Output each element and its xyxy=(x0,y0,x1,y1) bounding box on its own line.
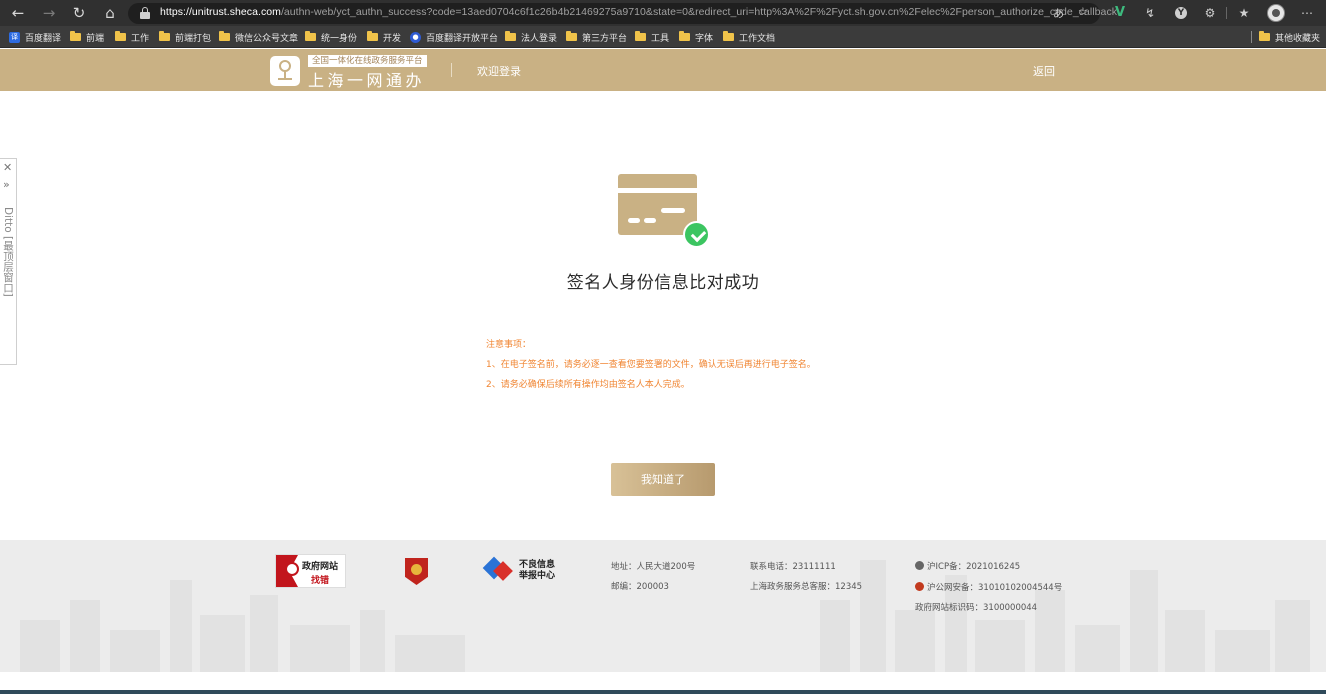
folder-icon xyxy=(505,31,516,41)
bookmark-folder[interactable]: 法人登录 xyxy=(505,30,557,44)
read-aloud-icon[interactable]: あ xyxy=(1053,5,1064,21)
address-bar[interactable]: https://unitrust.sheca.com/authn-web/yct… xyxy=(128,3,1117,24)
back-link[interactable]: 返回 xyxy=(1033,63,1055,79)
url-path: /authn-web/yct_authn_success?code=13aed0… xyxy=(280,6,1118,18)
url-host: https://unitrust.sheca.com xyxy=(160,6,281,18)
magnifier-icon xyxy=(285,562,299,576)
bookmarks-bar: 译百度翻译 前端 工作 前端打包 微信公众号文章 统一身份 开发 ● 百度翻译开放… xyxy=(0,26,1326,48)
bookmarks-divider xyxy=(1251,31,1252,43)
folder-icon xyxy=(305,31,316,41)
toolbar-divider xyxy=(1226,7,1227,19)
vue-devtools-icon[interactable]: V xyxy=(1111,4,1129,22)
yiwangtongban-logo-icon xyxy=(270,56,300,86)
folder-icon xyxy=(115,31,126,41)
ditto-side-tab[interactable]: ✕ » Ditto [最顶层窗口] xyxy=(0,158,17,365)
back-arrow-icon[interactable]: ← xyxy=(7,3,29,23)
folder-icon xyxy=(70,31,81,41)
bookmark-folder[interactable]: 统一身份 xyxy=(305,30,357,44)
acknowledge-button[interactable]: 我知道了 xyxy=(611,463,715,496)
bookmark-folder[interactable]: 第三方平台 xyxy=(566,30,627,44)
bookmark-folder[interactable]: 前端 xyxy=(70,30,104,44)
url-text[interactable]: https://unitrust.sheca.com/authn-web/yct… xyxy=(160,6,1117,18)
footer-hotline: 上海政务服务总客服：12345 xyxy=(750,582,863,592)
folder-icon xyxy=(367,31,378,41)
header-divider xyxy=(451,63,452,77)
yandex-icon[interactable]: Y xyxy=(1175,7,1187,19)
favorites-icon[interactable]: ★ xyxy=(1235,4,1253,22)
footer-site-id: 政府网站标识码：3100000044 xyxy=(915,603,1038,613)
extension-icon[interactable]: ↯ xyxy=(1141,4,1159,22)
paw-icon: ● xyxy=(410,31,421,43)
bookmark-baidu-translate[interactable]: 译百度翻译 xyxy=(9,30,61,44)
footer-phone: 联系电话：23111111 xyxy=(750,562,836,572)
folder-icon xyxy=(635,31,646,41)
bookmark-folder[interactable]: 工作文档 xyxy=(723,30,775,44)
gov-site-error-report-badge[interactable]: 政府网站 找错 xyxy=(275,554,346,588)
folder-icon xyxy=(679,31,690,41)
footer-address: 地址：人民大道200号 xyxy=(611,562,696,572)
profile-avatar[interactable] xyxy=(1267,4,1285,22)
bookmark-other-favorites[interactable]: 其他收藏夹 xyxy=(1259,30,1320,44)
bookmark-baidu-open-platform[interactable]: ● 百度翻译开放平台 xyxy=(410,30,498,44)
folder-icon xyxy=(219,31,230,41)
folder-icon xyxy=(159,31,170,41)
bad-info-report-label[interactable]: 不良信息 举报中心 xyxy=(519,560,555,582)
logo-title: 上海一网通办 xyxy=(308,71,426,90)
footer-police-record[interactable]: 沪公网安备：31010102004544号 xyxy=(915,581,1062,593)
folder-icon xyxy=(566,31,577,41)
bookmark-folder[interactable]: 字体 xyxy=(679,30,713,44)
browser-toolbar: ← → ↻ ⌂ https://unitrust.sheca.com/authn… xyxy=(0,0,1326,26)
window-bottom-edge xyxy=(0,672,1326,694)
notice-title: 注意事项： xyxy=(486,340,532,350)
success-check-icon xyxy=(683,221,710,248)
bookmark-folder[interactable]: 工作 xyxy=(115,30,149,44)
notice-item: 2、请务必确保后续所有操作均由签名人本人完成。 xyxy=(486,380,690,390)
notice-block: 注意事项： 1、在电子签名前，请务必逐一查看您要签署的文件，确认无误后再进行电子… xyxy=(486,335,816,395)
refresh-icon[interactable]: ↻ xyxy=(68,3,90,23)
bad-info-report-logo-icon[interactable] xyxy=(482,556,514,582)
folder-icon xyxy=(723,31,734,41)
home-icon[interactable]: ⌂ xyxy=(99,3,121,23)
page-title: 签名人身份信息比对成功 xyxy=(566,273,760,293)
logo-tagline: 全国一体化在线政务服务平台 xyxy=(308,55,427,67)
favorite-add-icon[interactable]: ☆ xyxy=(1078,5,1088,18)
notice-item: 1、在电子签名前，请务必逐一查看您要签署的文件，确认无误后再进行电子签名。 xyxy=(486,360,816,370)
extensions-puzzle-icon[interactable]: ⚙ xyxy=(1201,4,1219,22)
lock-icon[interactable] xyxy=(140,7,150,19)
bookmark-folder[interactable]: 开发 xyxy=(367,30,401,44)
more-menu-icon[interactable]: ⋯ xyxy=(1298,4,1316,22)
close-icon[interactable]: ✕ xyxy=(3,162,12,174)
bookmark-folder[interactable]: 前端打包 xyxy=(159,30,211,44)
folder-icon xyxy=(1259,31,1270,41)
welcome-text: 欢迎登录 xyxy=(477,65,521,78)
translate-icon: 译 xyxy=(9,31,20,43)
footer-icp[interactable]: 沪ICP备：2021016245 xyxy=(915,560,1020,572)
icp-icon xyxy=(915,561,924,570)
site-header: 全国一体化在线政务服务平台 上海一网通办 欢迎登录 返回 xyxy=(0,49,1326,91)
chevron-right-icon[interactable]: » xyxy=(3,179,10,191)
bookmark-folder[interactable]: 微信公众号文章 xyxy=(219,30,298,44)
police-emblem-icon xyxy=(915,582,924,591)
bookmark-folder[interactable]: 工具 xyxy=(635,30,669,44)
forward-arrow-icon[interactable]: → xyxy=(38,3,60,23)
footer-postcode: 邮编：200003 xyxy=(611,582,669,592)
